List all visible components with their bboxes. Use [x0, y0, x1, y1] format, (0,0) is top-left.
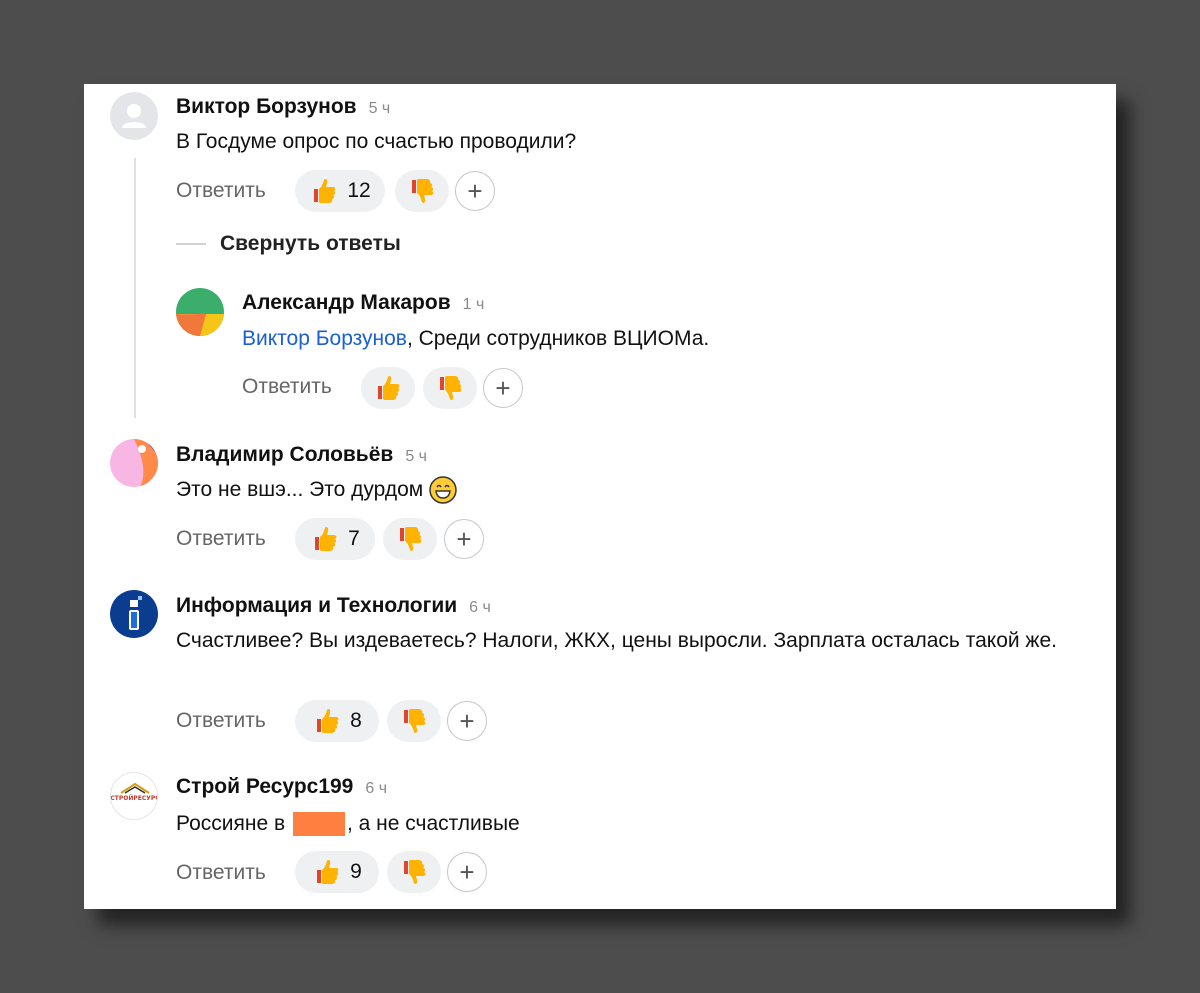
- avatar-info-tech[interactable]: [110, 590, 158, 638]
- thumbs-down-icon: [404, 860, 426, 884]
- thumbs-up-icon: [315, 527, 337, 551]
- comment-author[interactable]: Виктор Борзунов 5 ч: [176, 95, 390, 119]
- avatar-aleksandr[interactable]: [176, 288, 224, 336]
- reply-button[interactable]: Ответить: [176, 861, 266, 885]
- comment-text: Виктор Борзунов, Среди сотрудников ВЦИОМ…: [242, 324, 709, 354]
- comment-text-body: Это не вшэ... Это дурдом: [176, 478, 424, 501]
- comment-author[interactable]: Александр Макаров 1 ч: [242, 291, 484, 315]
- thumbs-up-icon: [317, 860, 339, 884]
- reply-button[interactable]: Ответить: [242, 375, 332, 399]
- collapse-label: Свернуть ответы: [220, 232, 401, 255]
- redacted-block: [292, 812, 345, 837]
- add-reaction-button[interactable]: +: [447, 701, 487, 741]
- dislike-button[interactable]: [387, 851, 441, 893]
- thumbs-down-icon: [400, 527, 422, 551]
- thumbs-down-icon: [404, 709, 426, 733]
- comments-panel: Виктор Борзунов 5 ч В Госдуме опрос по сч…: [84, 84, 1116, 909]
- comment-text: Это не вшэ... Это дурдом: [176, 475, 457, 505]
- dislike-button[interactable]: [383, 518, 437, 560]
- comment-time: 1 ч: [462, 296, 485, 313]
- thumbs-up-icon: [317, 709, 339, 733]
- like-count: 9: [350, 860, 362, 883]
- comment-author[interactable]: Строй Ресурс199 6 ч: [176, 775, 387, 799]
- stroy-resurs-logo: СТРОЙРЕСУРС: [111, 794, 158, 802]
- collapse-dash: [176, 243, 206, 245]
- reply-button[interactable]: Ответить: [176, 709, 266, 733]
- thumbs-down-icon: [440, 376, 462, 400]
- comment-time: 5 ч: [368, 100, 391, 117]
- dislike-button[interactable]: [387, 700, 441, 742]
- like-button[interactable]: 8: [295, 700, 379, 742]
- add-reaction-button[interactable]: +: [483, 368, 523, 408]
- thumbs-up-icon: [314, 179, 336, 203]
- comment-text: Россияне в , а не счастливые: [176, 809, 520, 839]
- add-reaction-button[interactable]: +: [444, 519, 484, 559]
- comment-time: 5 ч: [405, 448, 427, 465]
- reply-button[interactable]: Ответить: [176, 179, 266, 203]
- reply-button[interactable]: Ответить: [176, 527, 266, 551]
- comment-time: 6 ч: [365, 780, 388, 797]
- comment-author[interactable]: Владимир Соловьёв 5 ч: [176, 443, 427, 467]
- comment-text-after: , а не счастливые: [346, 812, 520, 835]
- like-count: 8: [350, 709, 362, 732]
- dislike-button[interactable]: [423, 367, 477, 409]
- add-reaction-button[interactable]: +: [455, 171, 495, 211]
- mention-link[interactable]: Виктор Борзунов: [242, 327, 407, 350]
- like-button[interactable]: 7: [295, 518, 375, 560]
- comment-text-before: Россияне в: [176, 812, 291, 835]
- like-count: 7: [348, 527, 360, 550]
- comment-text: В Госдуме опрос по счастью проводили?: [176, 130, 577, 153]
- grinning-emoji-icon: [429, 476, 457, 505]
- add-reaction-button[interactable]: +: [447, 852, 487, 892]
- comment-text: Счастливее? Вы издеваетесь? Налоги, ЖКХ,…: [176, 629, 1057, 652]
- avatar-placeholder[interactable]: [110, 92, 158, 140]
- like-button[interactable]: [361, 367, 415, 409]
- thumbs-down-icon: [412, 179, 434, 203]
- avatar-stroy-resurs[interactable]: СТРОЙРЕСУРС: [110, 772, 158, 820]
- comment-author[interactable]: Информация и Технологии 6 ч: [176, 594, 491, 618]
- avatar-vladimir[interactable]: [110, 439, 158, 487]
- like-count: 12: [347, 179, 371, 202]
- comment-time: 6 ч: [469, 599, 491, 616]
- thread-line: [134, 158, 136, 418]
- like-button[interactable]: 12: [295, 170, 385, 212]
- thumbs-up-icon: [378, 376, 400, 400]
- comment-text-body: , Среди сотрудников ВЦИОМа.: [406, 327, 710, 350]
- like-button[interactable]: 9: [295, 851, 379, 893]
- collapse-replies-button[interactable]: Свернуть ответы: [176, 232, 401, 256]
- dislike-button[interactable]: [395, 170, 449, 212]
